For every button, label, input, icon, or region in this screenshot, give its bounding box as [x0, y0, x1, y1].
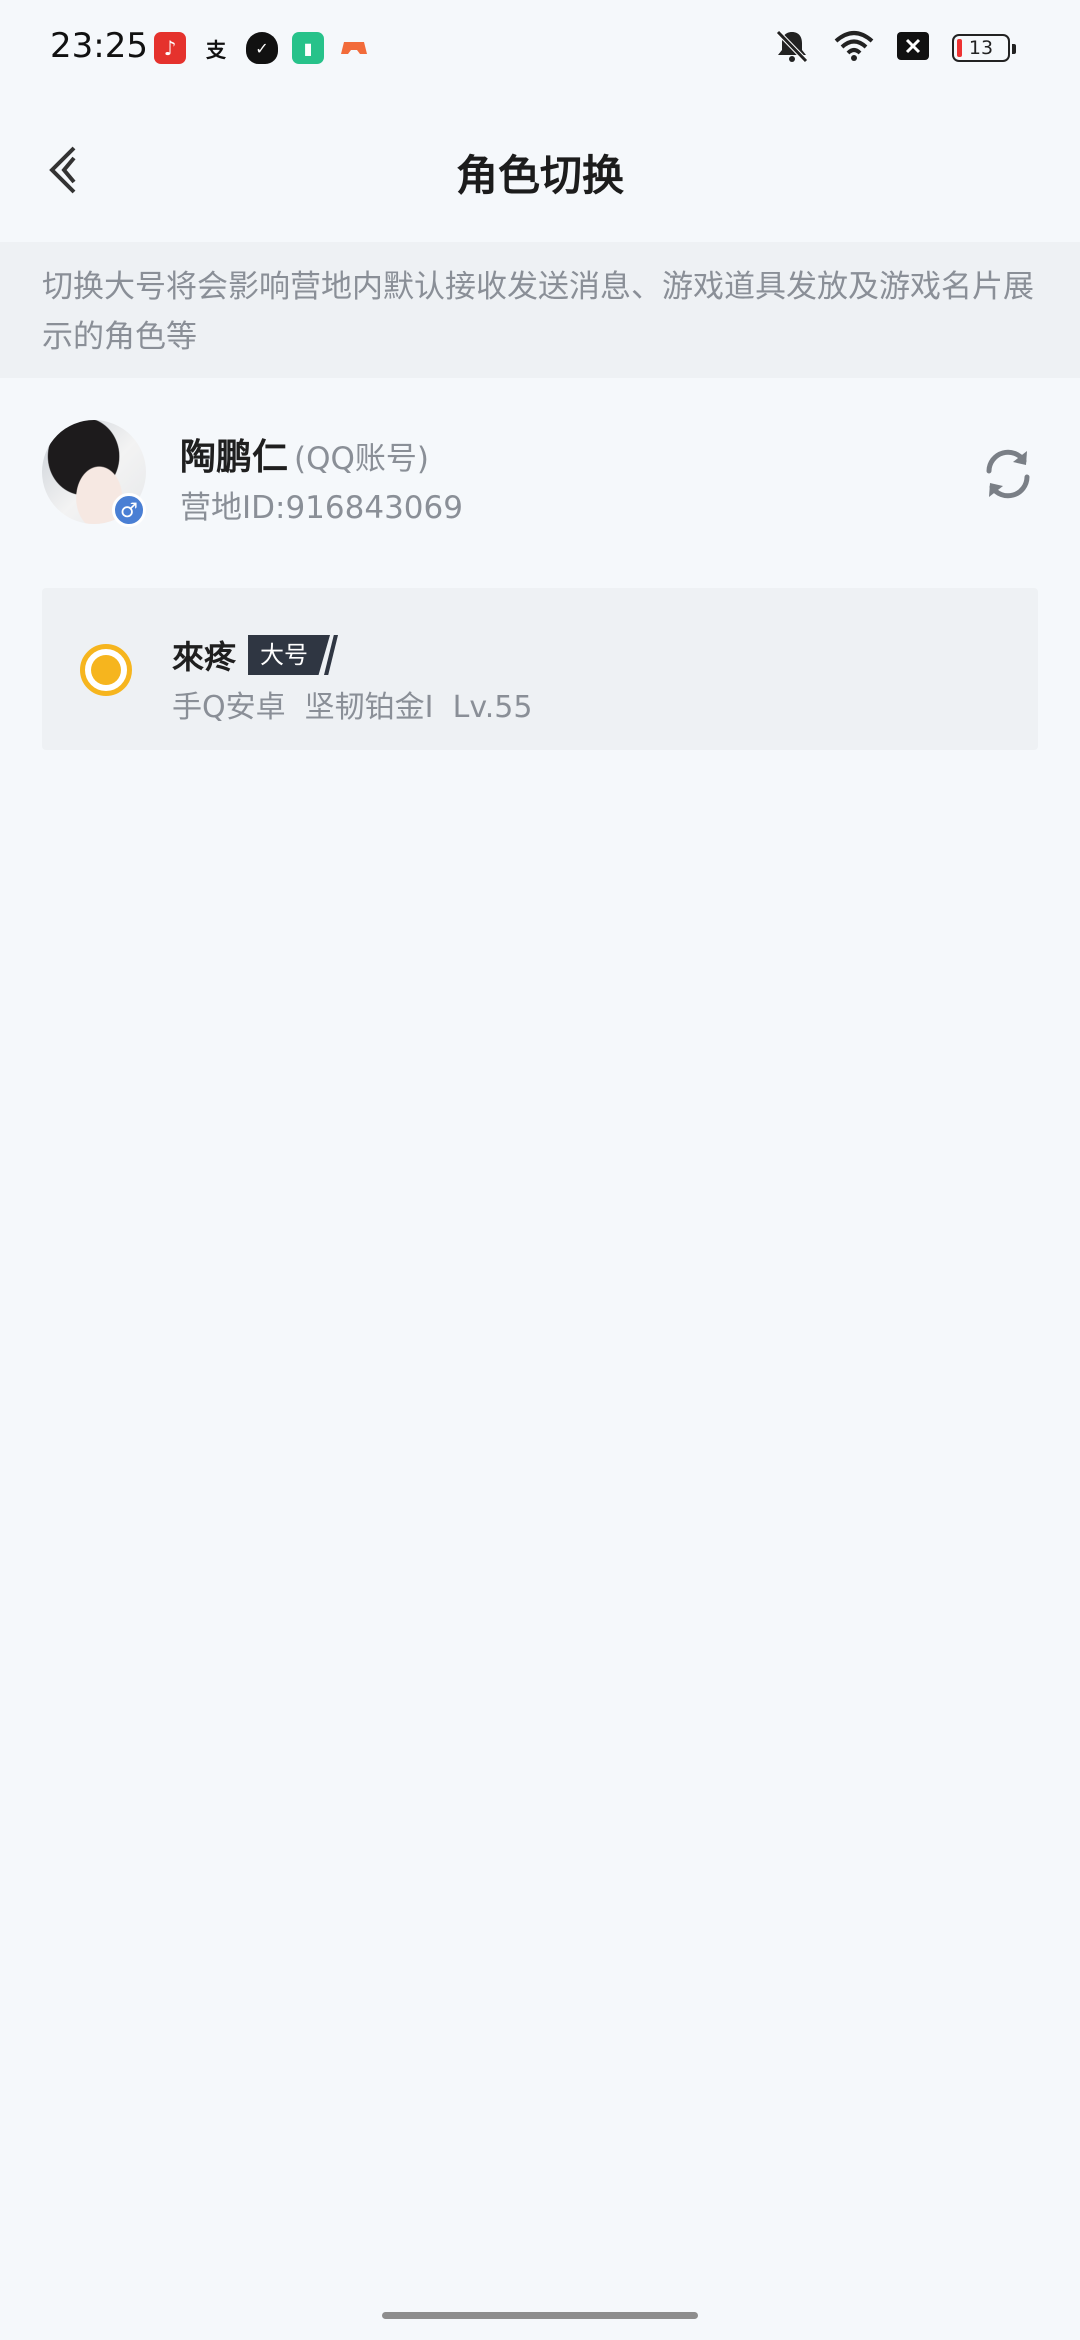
close-box-icon — [896, 31, 930, 65]
status-bar: 23:25 ♪ 支 ✓ ▮ 13 — [0, 0, 1080, 96]
battery-fill — [957, 39, 962, 57]
role-radio-selected[interactable] — [80, 644, 132, 696]
switch-account-button[interactable] — [978, 444, 1038, 504]
notice-text: 切换大号将会影响营地内默认接收发送消息、游戏道具发放及游戏名片展示的角色等 — [42, 269, 1034, 355]
role-name: 來疼 — [172, 638, 237, 676]
notice-banner: 切换大号将会影响营地内默认接收发送消息、游戏道具发放及游戏名片展示的角色等 — [0, 242, 1080, 378]
main-account-badge: 大号 — [248, 635, 339, 675]
home-indicator[interactable] — [382, 2312, 698, 2319]
male-gender-icon: ♂ — [112, 493, 146, 527]
status-time: 23:25 — [50, 26, 148, 66]
account-name-row: 陶鹏仁 (QQ账号) — [180, 428, 429, 480]
badge-label: 大号 — [248, 635, 331, 675]
alipay-icon: 支 — [206, 37, 226, 62]
role-card[interactable]: 來疼 大号 手Q安卓 坚韧铂金I Lv.55 — [42, 588, 1038, 750]
page-title: 角色切换 — [455, 151, 624, 200]
battery-indicator: 13 — [952, 34, 1016, 62]
system-status-icons: 13 — [772, 28, 1016, 68]
mute-icon — [772, 28, 812, 68]
account-name: 陶鹏仁 — [180, 437, 289, 478]
refresh-icon — [986, 449, 1030, 499]
battery-level: 13 — [968, 37, 994, 59]
shield-app-icon: ✓ — [246, 32, 278, 64]
radio-dot — [91, 655, 121, 685]
music-app-icon: ♪ — [154, 32, 186, 64]
account-id: 营地ID:916843069 — [180, 490, 463, 526]
notification-icons: ♪ 支 ✓ ▮ — [154, 32, 370, 64]
role-detail: 手Q安卓 坚韧铂金I Lv.55 — [172, 690, 533, 725]
navigation-bar: 角色切换 — [0, 120, 1080, 220]
role-name-row: 來疼 大号 — [172, 632, 339, 678]
account-section: ♂ 陶鹏仁 (QQ账号) 营地ID:916843069 — [0, 420, 1080, 530]
game-app-icon — [338, 32, 370, 64]
wifi-icon — [834, 29, 874, 67]
battery-app-icon: ▮ — [292, 32, 324, 64]
account-type: (QQ账号) — [294, 441, 430, 477]
